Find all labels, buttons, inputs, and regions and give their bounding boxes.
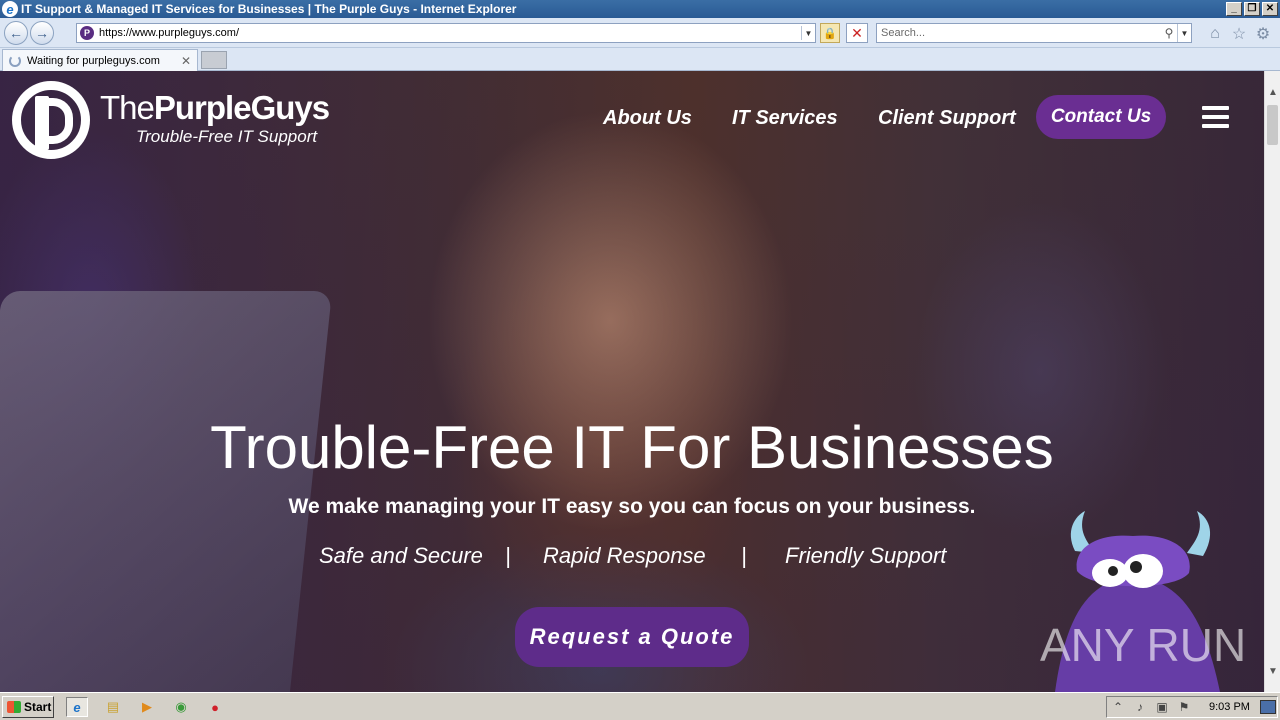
close-window-button[interactable]: ✕ bbox=[1262, 2, 1278, 16]
scroll-up-icon[interactable]: ▲ bbox=[1265, 85, 1280, 101]
hero-title: Trouble-Free IT For Businesses bbox=[210, 414, 1054, 481]
show-desktop-button[interactable] bbox=[1259, 700, 1276, 714]
address-dropdown-icon[interactable]: ▼ bbox=[801, 26, 815, 40]
volume-icon[interactable]: ♪ bbox=[1129, 700, 1151, 714]
window-title: IT Support & Managed IT Services for Bus… bbox=[21, 2, 517, 16]
network-icon[interactable]: ▣ bbox=[1151, 700, 1173, 714]
home-icon[interactable]: ⌂ bbox=[1206, 25, 1224, 43]
media-player-icon[interactable]: ▶ bbox=[136, 697, 158, 717]
tab-label: Waiting for purpleguys.com bbox=[27, 54, 160, 67]
windows-flag-icon bbox=[7, 701, 21, 713]
ie-logo-icon: e bbox=[2, 1, 18, 17]
forward-button[interactable]: → bbox=[30, 21, 54, 45]
address-bar[interactable]: P https://www.purpleguys.com/ ▼ bbox=[76, 23, 816, 43]
security-lock-icon[interactable]: 🔒 bbox=[820, 23, 840, 43]
search-dropdown-icon[interactable]: ▼ bbox=[1177, 24, 1191, 42]
back-arrow-icon: ← bbox=[9, 25, 23, 41]
stop-button[interactable]: ✕ bbox=[846, 23, 868, 43]
nav-about-us[interactable]: About Us bbox=[603, 107, 692, 130]
forward-arrow-icon: → bbox=[35, 25, 49, 41]
search-icon[interactable]: ⚲ bbox=[1161, 26, 1177, 40]
scroll-thumb[interactable] bbox=[1267, 105, 1278, 145]
action-center-flag-icon[interactable]: ⚑ bbox=[1173, 700, 1195, 714]
minimize-button[interactable]: _ bbox=[1226, 2, 1242, 16]
tab-purpleguys[interactable]: Waiting for purpleguys.com ✕ bbox=[2, 49, 198, 71]
system-tray: ⌃ ♪ ▣ ⚑ 9:03 PM bbox=[1106, 696, 1278, 718]
chrome-icon[interactable]: ◉ bbox=[170, 697, 192, 717]
feature-separator: | bbox=[505, 543, 511, 568]
logo-name: ThePurpleGuys bbox=[100, 89, 330, 126]
watermark-text: ANY RUN bbox=[1040, 619, 1246, 671]
restore-button[interactable]: ❐ bbox=[1244, 2, 1260, 16]
back-button[interactable]: ← bbox=[4, 21, 28, 45]
favorites-star-icon[interactable]: ☆ bbox=[1230, 25, 1248, 43]
feature-rapid-response: Rapid Response bbox=[543, 543, 706, 568]
ie-taskbar-icon[interactable]: e bbox=[66, 697, 88, 717]
nav-it-services[interactable]: IT Services bbox=[732, 107, 838, 130]
request-quote-button[interactable]: Request a Quote bbox=[515, 607, 749, 667]
opera-icon[interactable]: ● bbox=[204, 697, 226, 717]
search-box[interactable]: Search... ⚲ ▼ bbox=[876, 23, 1192, 43]
site-favicon-icon: P bbox=[80, 26, 94, 40]
menu-hamburger-icon[interactable] bbox=[1202, 106, 1229, 128]
contact-us-button[interactable]: Contact Us bbox=[1036, 95, 1166, 139]
taskbar: Start e ▤ ▶ ◉ ● ⌃ ♪ ▣ ⚑ 9:03 PM bbox=[0, 692, 1280, 720]
loading-spinner-icon bbox=[9, 54, 21, 67]
window-title-bar: e IT Support & Managed IT Services for B… bbox=[0, 0, 1280, 18]
start-button[interactable]: Start bbox=[2, 696, 54, 718]
page-viewport: ThePurpleGuys Trouble-Free IT Support Ab… bbox=[0, 71, 1264, 692]
search-input[interactable]: Search... bbox=[881, 27, 1161, 39]
explorer-folder-icon[interactable]: ▤ bbox=[102, 697, 124, 717]
address-url[interactable]: https://www.purpleguys.com/ bbox=[99, 27, 801, 39]
settings-gear-icon[interactable]: ⚙ bbox=[1254, 25, 1272, 43]
start-label: Start bbox=[24, 700, 52, 714]
tab-strip: Waiting for purpleguys.com ✕ bbox=[0, 48, 1280, 71]
feature-friendly-support: Friendly Support bbox=[785, 543, 947, 568]
feature-safe-secure: Safe and Secure bbox=[319, 543, 483, 568]
new-tab-button[interactable] bbox=[201, 51, 227, 69]
anyrun-mascot-watermark: ANY RUN bbox=[1040, 511, 1246, 692]
nav-client-support[interactable]: Client Support bbox=[878, 107, 1016, 130]
tray-expand-icon[interactable]: ⌃ bbox=[1107, 700, 1129, 714]
page-scrollbar[interactable]: ▲ ▼ bbox=[1264, 71, 1280, 692]
logo-tagline: Trouble-Free IT Support bbox=[136, 127, 318, 146]
feature-separator: | bbox=[741, 543, 747, 568]
taskbar-clock[interactable]: 9:03 PM bbox=[1209, 701, 1250, 713]
close-tab-icon[interactable]: ✕ bbox=[179, 54, 193, 68]
scroll-down-icon[interactable]: ▼ bbox=[1265, 664, 1280, 680]
purple-guys-logo-icon bbox=[12, 81, 90, 159]
site-logo[interactable]: ThePurpleGuys Trouble-Free IT Support bbox=[12, 81, 330, 159]
browser-toolbar: ← → P https://www.purpleguys.com/ ▼ 🔒 ✕ … bbox=[0, 18, 1280, 48]
